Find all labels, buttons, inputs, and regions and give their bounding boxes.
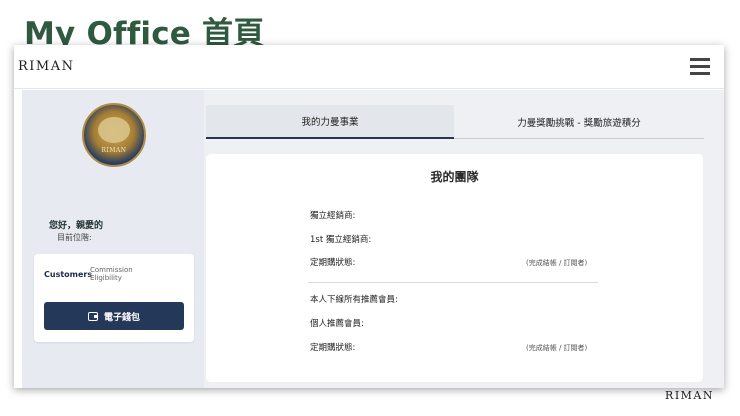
footer-brand-logo: RIMAN bbox=[665, 389, 714, 402]
team-panel-title: 我的團隊 bbox=[430, 170, 479, 184]
row-first-independent-distributors: 1st 獨立經銷商: bbox=[310, 235, 372, 245]
hamburger-menu-icon[interactable] bbox=[690, 58, 710, 75]
row-personal-referrals: 個人推薦會員: bbox=[310, 319, 364, 329]
badge-emblem bbox=[98, 117, 130, 143]
note-checkout-subscriber-2: (完成結帳 / 訂閱者) bbox=[526, 344, 588, 352]
row-independent-distributors: 獨立經銷商: bbox=[310, 211, 356, 221]
note-checkout-subscriber-1: (完成結帳 / 訂閱者) bbox=[526, 259, 588, 267]
rank-badge-icon: RIMAN bbox=[82, 103, 146, 167]
wallet-button-label: 電子錢包 bbox=[103, 312, 140, 323]
greeting: 您好，親愛的 bbox=[49, 221, 104, 231]
profile-sidebar: RIMAN 您好，親愛的 目前位階: Customers Commission … bbox=[22, 90, 204, 388]
brand-logo[interactable]: RIMAN bbox=[18, 59, 75, 74]
office-screenshot: RIMAN RIMAN 您好，親愛的 目前位階: Customers Commi… bbox=[14, 45, 724, 388]
wallet-icon bbox=[87, 311, 98, 321]
wallet-button[interactable]: 電子錢包 bbox=[44, 302, 184, 330]
slide: My Office 首頁 RIMAN RIMAN 您好，親愛的 目前位階: Cu… bbox=[0, 0, 740, 416]
row-subscription-status-1: 定期購狀態: bbox=[310, 258, 356, 268]
commission-eligibility-label[interactable]: Commission Eligibility bbox=[90, 266, 150, 282]
top-bar: RIMAN bbox=[14, 45, 724, 89]
row-all-downline-referrals: 本人下線所有推薦會員: bbox=[310, 295, 398, 305]
divider bbox=[308, 282, 598, 283]
badge-text: RIMAN bbox=[101, 147, 127, 154]
position-label: 目前位階: bbox=[57, 233, 92, 242]
team-panel: 我的團隊 獨立經銷商: 1st 獨立經銷商: 定期購狀態: (完成結帳 / 訂閱… bbox=[206, 154, 703, 382]
row-subscription-status-2: 定期購狀態: bbox=[310, 343, 356, 353]
summary-card: Customers Commission Eligibility 電子錢包 bbox=[34, 254, 194, 342]
customers-label[interactable]: Customers bbox=[44, 270, 92, 279]
tab-my-business[interactable]: 我的力曼事業 bbox=[206, 105, 454, 139]
main-content: RIMAN 您好，親愛的 目前位階: Customers Commission … bbox=[22, 90, 724, 388]
tab-rewards-challenge[interactable]: 力曼獎勵挑戰 - 獎勵旅遊積分 bbox=[454, 105, 704, 139]
tab-bar: 我的力曼事業 力曼獎勵挑戰 - 獎勵旅遊積分 bbox=[206, 105, 704, 139]
